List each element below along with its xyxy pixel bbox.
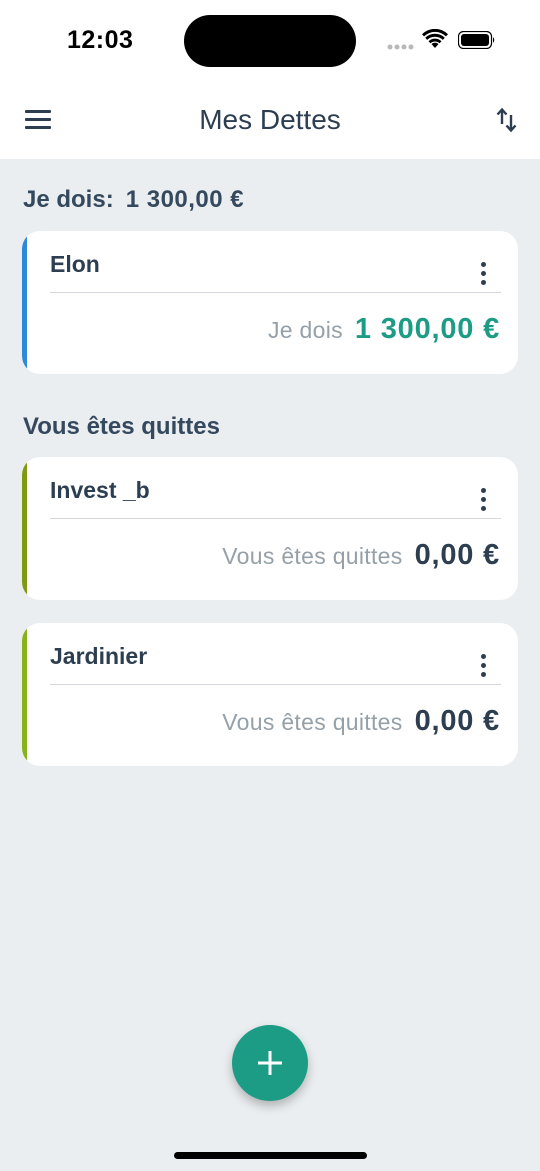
card-accent <box>22 457 27 600</box>
card-divider <box>50 684 501 685</box>
card-name: Invest _b <box>50 477 150 503</box>
sort-icon[interactable] <box>496 107 518 133</box>
card-amount: 0,00 € <box>414 539 500 571</box>
debt-card[interactable]: Invest _b Vous êtes quittes 0,00 € <box>22 457 518 600</box>
battery-icon <box>458 31 495 49</box>
page-title: Mes Dettes <box>199 104 341 135</box>
card-amount: 1 300,00 € <box>354 313 500 345</box>
plus-icon <box>258 1051 282 1075</box>
debt-card[interactable]: Jardinier Vous êtes quittes 0,00 € <box>22 623 518 766</box>
summary-label: Je dois: <box>23 186 114 213</box>
more-options-icon[interactable] <box>478 653 488 679</box>
app-bar: Mes Dettes <box>0 82 540 159</box>
status-bar: 12:03 <box>0 0 540 82</box>
status-time: 12:03 <box>67 26 134 54</box>
card-accent <box>22 231 27 374</box>
card-status: Vous êtes quittes <box>222 709 403 735</box>
home-indicator <box>174 1152 367 1159</box>
card-accent <box>22 623 27 766</box>
card-name: Elon <box>50 251 100 277</box>
summary-amount: 1 300,00 € <box>125 186 245 213</box>
card-footer: Je dois 1 300,00 € <box>268 313 500 346</box>
wifi-icon <box>422 29 448 48</box>
card-divider <box>50 292 501 293</box>
dynamic-island <box>184 15 356 67</box>
add-debt-button[interactable] <box>232 1025 308 1101</box>
more-options-icon[interactable] <box>478 487 488 513</box>
card-status: Je dois <box>267 317 343 343</box>
signal-dots-icon <box>387 44 414 50</box>
card-divider <box>50 518 501 519</box>
card-footer: Vous êtes quittes 0,00 € <box>222 705 500 738</box>
more-options-icon[interactable] <box>478 261 488 287</box>
card-name: Jardinier <box>50 643 148 669</box>
debt-summary: Je dois: 1 300,00 € <box>23 186 244 214</box>
settled-section-title: Vous êtes quittes <box>23 413 220 440</box>
card-status: Vous êtes quittes <box>222 543 403 569</box>
card-amount: 0,00 € <box>414 705 500 737</box>
debt-card[interactable]: Elon Je dois 1 300,00 € <box>22 231 518 374</box>
card-footer: Vous êtes quittes 0,00 € <box>222 539 500 572</box>
